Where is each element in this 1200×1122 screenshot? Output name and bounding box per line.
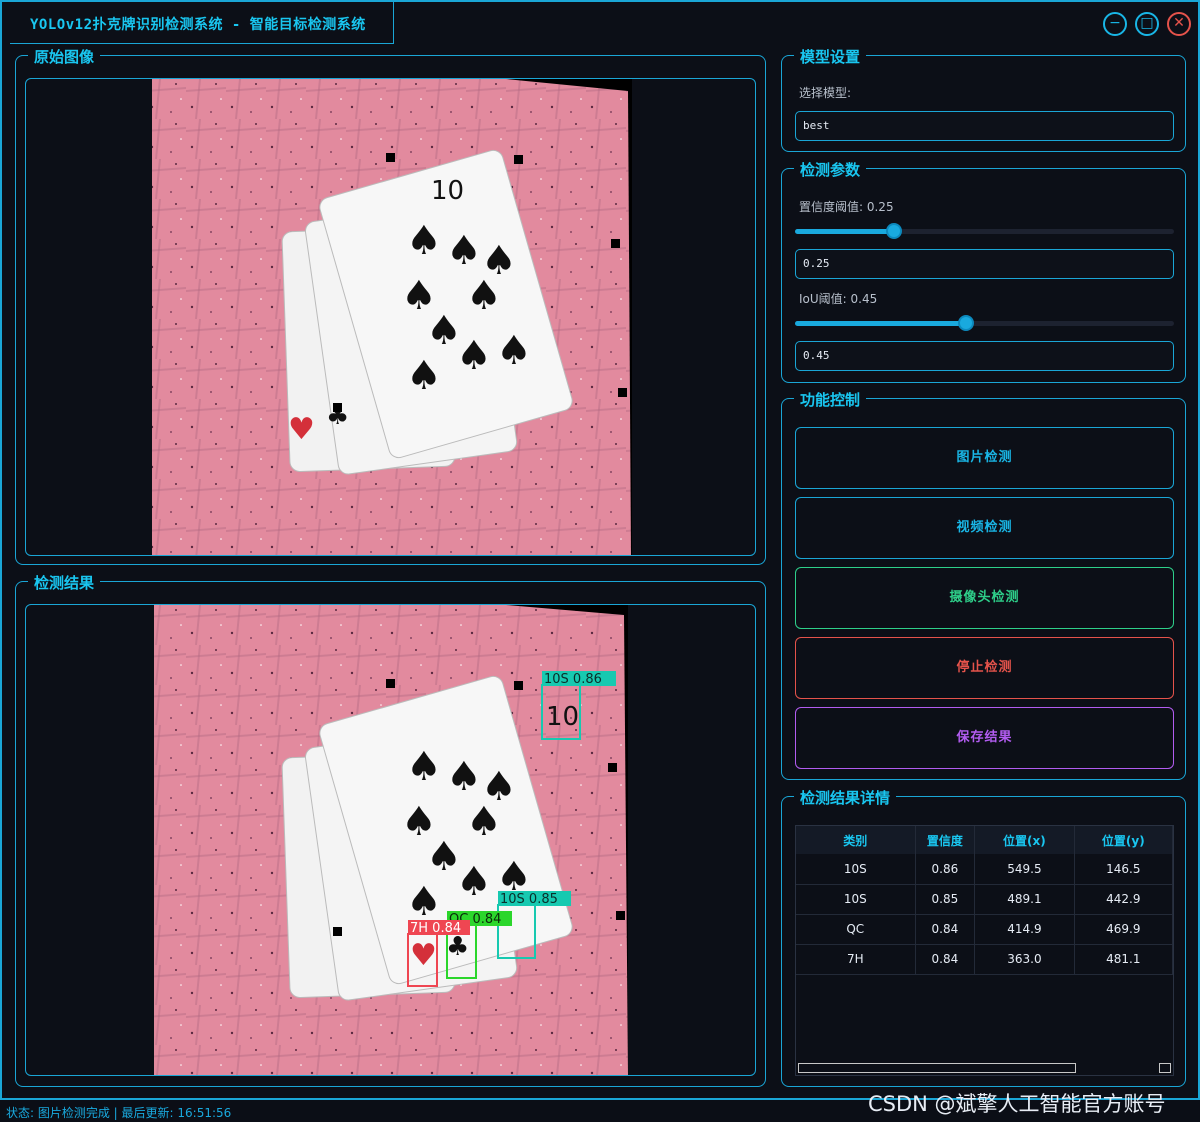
result-image: ♠ ♠ ♠ ♠ ♠ ♠ ♠ ♠ ♠ 10 ♥ ♣ 10S 0.86 10S 0.…	[154, 605, 628, 1075]
svg-text:♥: ♥	[288, 412, 315, 447]
cell-class: 10S	[796, 854, 916, 885]
results-table: 类别 置信度 位置(x) 位置(y) 10S 0.86 549.5 146.5 …	[796, 826, 1173, 975]
svg-text:♠: ♠	[456, 859, 492, 905]
window-title: YOLOv12扑克牌识别检测系统 - 智能目标检测系统	[30, 17, 366, 33]
scrollbar-corner	[1159, 1063, 1171, 1073]
cell-confidence: 0.86	[915, 854, 976, 885]
maximize-button[interactable]: □	[1135, 12, 1159, 36]
original-image-panel: 原始图像 ♠ ♠ ♠ ♠ ♠ ♠ ♠ ♠ ♠ 10 ♥ ♣	[15, 46, 766, 565]
save-result-button[interactable]: 保存结果	[795, 707, 1174, 769]
detection-label-4: 7H 0.84	[410, 921, 461, 936]
detection-details-title: 检测结果详情	[794, 787, 897, 808]
header-confidence[interactable]: 置信度	[915, 826, 976, 854]
minimize-button[interactable]: −	[1103, 12, 1127, 36]
header-position-x[interactable]: 位置(x)	[974, 826, 1075, 854]
results-table-header: 类别 置信度 位置(x) 位置(y)	[796, 826, 1173, 854]
horizontal-scrollbar[interactable]	[796, 1061, 1173, 1075]
header-position-y[interactable]: 位置(y)	[1074, 826, 1173, 854]
camera-detect-button[interactable]: 摄像头检测	[795, 567, 1174, 629]
conf-threshold-input[interactable]: 0.25	[795, 249, 1174, 279]
svg-text:♠: ♠	[466, 273, 502, 319]
cell-position-x: 489.1	[974, 884, 1075, 915]
conf-threshold-label: 置信度阈值: 0.25	[799, 200, 894, 214]
cell-class: 7H	[796, 944, 916, 975]
detection-label-2: 10S 0.85	[500, 892, 558, 907]
svg-text:♠: ♠	[456, 333, 492, 379]
main-window: YOLOv12扑克牌识别检测系统 - 智能目标检测系统 − □ ✕ 原始图像 ♠…	[0, 0, 1200, 1100]
result-image-title: 检测结果	[28, 572, 101, 593]
cell-class: 10S	[796, 884, 916, 915]
iou-slider-fill	[795, 321, 966, 326]
original-image-frame: ♠ ♠ ♠ ♠ ♠ ♠ ♠ ♠ ♠ 10 ♥ ♣	[25, 78, 756, 556]
watermark: CSDN @斌擎人工智能官方账号	[868, 1092, 1166, 1116]
title-tab: YOLOv12扑克牌识别检测系统 - 智能目标检测系统	[10, 2, 394, 44]
table-row[interactable]: 7H 0.84 363.0 481.1	[796, 944, 1173, 975]
cell-position-x: 414.9	[974, 914, 1075, 945]
svg-text:♠: ♠	[406, 218, 442, 264]
table-row[interactable]: 10S 0.86 549.5 146.5	[796, 854, 1173, 885]
cell-confidence: 0.85	[915, 884, 976, 915]
cell-class: QC	[796, 914, 916, 945]
model-select[interactable]: best	[795, 111, 1174, 141]
detection-params-panel: 检测参数 置信度阈值: 0.25 0.25 IoU阈值: 0.45 0.45	[781, 159, 1186, 383]
iou-threshold-label: IoU阈值: 0.45	[799, 292, 878, 306]
result-image-panel: 检测结果 ♠ ♠ ♠ ♠ ♠ ♠ ♠ ♠ ♠ 10 ♥ ♣ 10S 0.86 1…	[15, 572, 766, 1087]
result-image-frame: ♠ ♠ ♠ ♠ ♠ ♠ ♠ ♠ ♠ 10 ♥ ♣ 10S 0.86 10S 0.…	[25, 604, 756, 1076]
cell-position-x: 363.0	[974, 944, 1075, 975]
title-bar: YOLOv12扑克牌识别检测系统 - 智能目标检测系统 − □ ✕	[2, 2, 1198, 44]
function-control-title: 功能控制	[794, 389, 867, 410]
svg-text:♥: ♥	[410, 938, 437, 973]
conf-slider[interactable]	[795, 223, 1174, 239]
svg-text:♠: ♠	[446, 754, 482, 800]
model-settings-panel: 模型设置 选择模型: best	[781, 46, 1186, 152]
cell-position-y: 481.1	[1074, 944, 1173, 975]
original-image: ♠ ♠ ♠ ♠ ♠ ♠ ♠ ♠ ♠ 10 ♥ ♣	[152, 79, 632, 555]
cell-position-y: 469.9	[1074, 914, 1173, 945]
table-row[interactable]: QC 0.84 414.9 469.9	[796, 914, 1173, 945]
image-detect-button[interactable]: 图片检测	[795, 427, 1174, 489]
svg-text:♠: ♠	[496, 328, 532, 374]
header-class[interactable]: 类别	[796, 826, 916, 854]
cell-position-x: 549.5	[974, 854, 1075, 885]
svg-text:♠: ♠	[446, 228, 482, 274]
results-table-container: 类别 置信度 位置(x) 位置(y) 10S 0.86 549.5 146.5 …	[795, 825, 1174, 1076]
status-bar: 状态: 图片检测完成 | 最后更新: 16:51:56	[6, 1106, 232, 1120]
svg-text:10: 10	[431, 176, 464, 206]
stop-detect-button[interactable]: 停止检测	[795, 637, 1174, 699]
detection-details-panel: 检测结果详情 类别 置信度 位置(x) 位置(y) 10S 0.86 549.5	[781, 787, 1186, 1087]
svg-text:♠: ♠	[466, 799, 502, 845]
cell-position-y: 146.5	[1074, 854, 1173, 885]
close-button[interactable]: ✕	[1167, 12, 1191, 36]
iou-slider-handle[interactable]	[958, 315, 974, 331]
table-row[interactable]: 10S 0.85 489.1 442.9	[796, 884, 1173, 915]
iou-slider[interactable]	[795, 315, 1174, 331]
detection-label-1: 10S 0.86	[544, 672, 602, 687]
cell-confidence: 0.84	[915, 944, 976, 975]
cell-confidence: 0.84	[915, 914, 976, 945]
svg-text:♣: ♣	[446, 932, 469, 962]
cell-position-y: 442.9	[1074, 884, 1173, 915]
svg-text:♠: ♠	[406, 879, 442, 925]
detection-params-title: 检测参数	[794, 159, 867, 180]
scrollbar-thumb[interactable]	[798, 1063, 1076, 1073]
svg-text:♠: ♠	[406, 353, 442, 399]
iou-threshold-input[interactable]: 0.45	[795, 341, 1174, 371]
svg-text:10: 10	[546, 702, 579, 732]
video-detect-button[interactable]: 视频检测	[795, 497, 1174, 559]
model-select-label: 选择模型:	[799, 86, 852, 100]
model-settings-title: 模型设置	[794, 46, 867, 67]
conf-slider-handle[interactable]	[886, 223, 902, 239]
function-control-panel: 功能控制 图片检测 视频检测 摄像头检测 停止检测 保存结果	[781, 389, 1186, 780]
svg-text:♠: ♠	[406, 744, 442, 790]
conf-slider-fill	[795, 229, 894, 234]
original-image-title: 原始图像	[28, 46, 101, 67]
